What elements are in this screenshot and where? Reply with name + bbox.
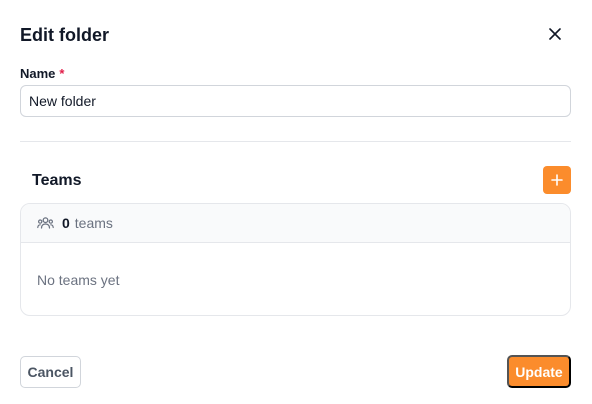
cancel-button[interactable]: Cancel	[20, 356, 81, 388]
divider	[20, 141, 571, 142]
dialog-title: Edit folder	[20, 25, 109, 45]
teams-heading: Teams	[32, 172, 82, 189]
teams-count-header: 0 teams	[21, 204, 570, 243]
name-input[interactable]	[20, 85, 571, 117]
required-marker: *	[59, 66, 65, 81]
name-label: Name *	[20, 65, 64, 83]
users-icon	[37, 217, 54, 229]
plus-icon	[551, 174, 563, 186]
close-icon	[549, 28, 561, 40]
name-label-text: Name	[20, 66, 56, 81]
edit-folder-dialog: Edit folder Name* Teams 0 teams	[0, 0, 592, 404]
teams-count-unit: teams	[74, 215, 113, 231]
update-button[interactable]: Update	[507, 355, 571, 388]
teams-panel: 0 teams No teams yet	[20, 203, 571, 316]
add-team-button[interactable]	[543, 166, 571, 194]
close-button[interactable]	[543, 22, 567, 46]
teams-count: 0	[62, 215, 70, 231]
empty-state-text: No teams yet	[37, 272, 120, 288]
